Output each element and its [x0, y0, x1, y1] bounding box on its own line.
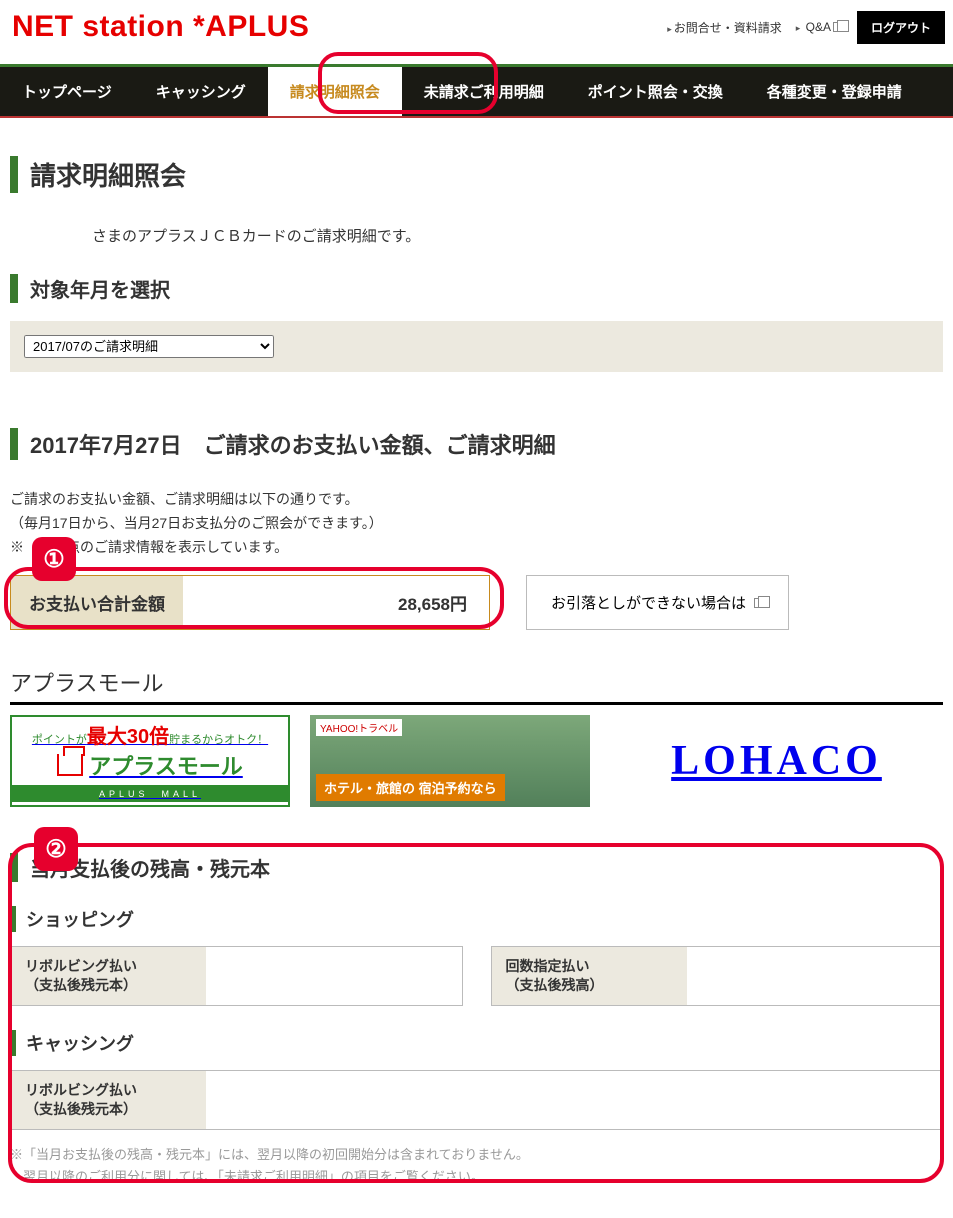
site-logo: NET station *APLUS	[12, 10, 309, 44]
balance-heading: 当月支払後の残高・残元本	[10, 853, 943, 882]
top-utility-links: お問合せ・資料請求 Q&A ログアウト	[667, 11, 945, 44]
external-link-icon	[754, 598, 764, 608]
shopping-balance-grid: リボルビング払い （支払後残元本） 回数指定払い （支払後残高）	[10, 946, 943, 1006]
cashing-balance-grid: リボルビング払い （支払後残元本）	[10, 1070, 943, 1130]
payment-total-box: お支払い合計金額 28,658円	[10, 575, 490, 630]
payment-total-label: お支払い合計金額	[11, 576, 183, 629]
nav-top[interactable]: トップページ	[0, 67, 134, 116]
annotation-badge-2: ②	[34, 827, 78, 871]
top-bar: NET station *APLUS お問合せ・資料請求 Q&A ログアウト	[0, 0, 953, 64]
billing-notes: ご請求のお支払い金額、ご請求明細は以下の通りです。 （毎月17日から、当月27日…	[10, 488, 943, 559]
page-body: 請求明細照会 さまのアプラスＪＣＢカードのご請求明細です。 対象年月を選択 20…	[0, 118, 953, 1218]
note-line-2: （毎月17日から、当月27日お支払分のご照会ができます。）	[10, 512, 943, 536]
nav-settings[interactable]: 各種変更・登録申請	[745, 67, 924, 116]
mall2-caption: ホテル・旅館の 宿泊予約なら	[316, 774, 505, 801]
contact-link[interactable]: お問合せ・資料請求	[667, 19, 782, 36]
shopping-installment-cell: 回数指定払い （支払後残高）	[491, 946, 944, 1006]
cashing-revolving-value	[206, 1071, 942, 1129]
month-select[interactable]: 2017/07のご請求明細	[24, 335, 274, 358]
mall-heading: アプラスモール	[10, 666, 943, 698]
note-line-1: ご請求のお支払い金額、ご請求明細は以下の通りです。	[10, 488, 943, 512]
qa-link-label: Q&A	[806, 20, 831, 34]
shopping-installment-value	[687, 947, 943, 1005]
global-nav-wrap: トップページ キャッシング 請求明細照会 未請求ご利用明細 ポイント照会・交換 …	[0, 64, 953, 118]
mall-banner-yahoo-travel[interactable]: YAHOO!トラベル ホテル・旅館の 宿泊予約なら	[310, 715, 590, 807]
annotation-frame-balance	[8, 843, 944, 1183]
nav-points[interactable]: ポイント照会・交換	[566, 67, 745, 116]
debit-failure-button[interactable]: お引落としができない場合は	[526, 575, 789, 630]
mall-banner-lohaco[interactable]: LOHACO	[610, 715, 943, 807]
external-link-icon	[833, 22, 843, 32]
shopping-heading: ショッピング	[10, 906, 943, 932]
payment-total-value: 28,658円	[183, 576, 489, 629]
mall1-sub: APLUS MALL	[12, 785, 288, 802]
billing-date-heading: 2017年7月27日 ご請求のお支払い金額、ご請求明細	[10, 428, 943, 460]
debit-failure-label: お引落としができない場合は	[551, 592, 746, 613]
cashing-revolving-cell: リボルビング払い （支払後残元本）	[10, 1070, 943, 1130]
shopping-revolving-value	[206, 947, 462, 1005]
page-title: 請求明細照会	[10, 156, 943, 193]
month-select-bar: 2017/07のご請求明細	[10, 321, 943, 372]
global-nav: トップページ キャッシング 請求明細照会 未請求ご利用明細 ポイント照会・交換 …	[0, 64, 953, 118]
note-line-3: ※ 時点のご請求情報を表示しています。	[10, 536, 943, 560]
annotation-badge-1: ①	[32, 537, 76, 581]
payment-row: ① お支払い合計金額 28,658円 お引落としができない場合は	[10, 575, 943, 630]
nav-billing[interactable]: 請求明細照会	[268, 67, 402, 116]
cashing-revolving-label: リボルビング払い （支払後残元本）	[11, 1071, 206, 1129]
footnote-line-2: 翌月以降のご利用分に関しては、「未請求ご利用明細」の項目をご覧ください。	[10, 1166, 943, 1188]
mall1-name: アプラスモール	[57, 749, 243, 781]
footnote-line-1: ※「当月お支払後の残高・残元本」には、翌月以降の初回開始分は含まれておりません。	[10, 1144, 943, 1166]
mall1-top: ポイントが最大30倍貯まるからオトク！	[32, 720, 268, 749]
qa-link[interactable]: Q&A	[796, 20, 843, 34]
cart-icon	[57, 754, 83, 776]
lead-text: さまのアプラスＪＣＢカードのご請求明細です。	[92, 225, 943, 246]
mall-banner-aplusmall[interactable]: ポイントが最大30倍貯まるからオトク！ アプラスモール APLUS MALL	[10, 715, 290, 807]
logout-button[interactable]: ログアウト	[857, 11, 945, 44]
nav-cashing[interactable]: キャッシング	[134, 67, 268, 116]
nav-unbilled[interactable]: 未請求ご利用明細	[402, 67, 566, 116]
mall-divider	[10, 702, 943, 705]
cashing-heading: キャッシング	[10, 1030, 943, 1056]
balance-section-wrap: ② 当月支払後の残高・残元本 ショッピング リボルビング払い （支払後残元本） …	[10, 853, 943, 1130]
mall2-brand: YAHOO!トラベル	[316, 719, 402, 736]
shopping-revolving-cell: リボルビング払い （支払後残元本）	[10, 946, 463, 1006]
select-heading: 対象年月を選択	[10, 274, 943, 303]
shopping-revolving-label: リボルビング払い （支払後残元本）	[11, 947, 206, 1005]
shopping-installment-label: 回数指定払い （支払後残高）	[492, 947, 687, 1005]
balance-footnote: ※「当月お支払後の残高・残元本」には、翌月以降の初回開始分は含まれておりません。…	[10, 1144, 943, 1188]
mall-banner-row: ポイントが最大30倍貯まるからオトク！ アプラスモール APLUS MALL Y…	[10, 715, 943, 807]
